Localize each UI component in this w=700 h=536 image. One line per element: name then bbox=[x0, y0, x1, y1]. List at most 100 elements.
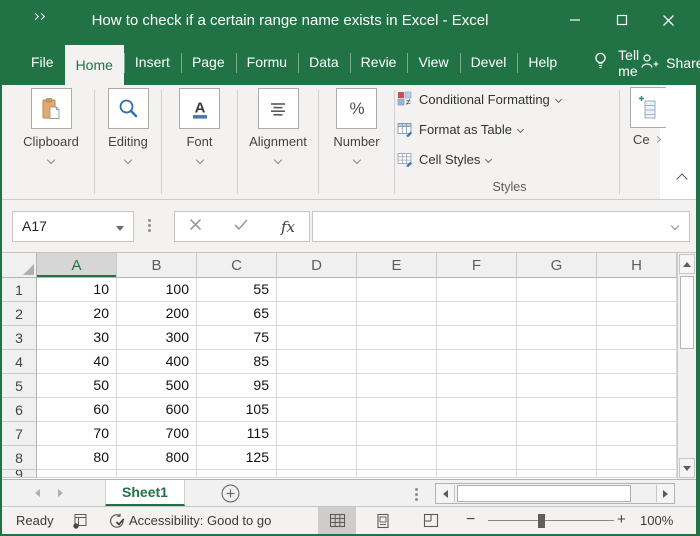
cell-E4[interactable] bbox=[357, 350, 437, 374]
cell-C6[interactable]: 105 bbox=[197, 398, 277, 422]
zoom-slider-thumb[interactable] bbox=[538, 514, 545, 528]
cell-B5[interactable]: 500 bbox=[117, 374, 197, 398]
row-header-1[interactable]: 1 bbox=[2, 278, 37, 302]
tab-revie[interactable]: Revie bbox=[349, 40, 408, 85]
cell-F4[interactable] bbox=[437, 350, 517, 374]
ribbon-group-clipboard[interactable]: Clipboard bbox=[8, 87, 94, 197]
cell-E7[interactable] bbox=[357, 422, 437, 446]
cells-group-truncated[interactable]: Ce bbox=[630, 87, 670, 147]
row-header-3[interactable]: 3 bbox=[2, 326, 37, 350]
cancel-button[interactable] bbox=[189, 218, 202, 236]
sheet-tab-sheet1[interactable]: Sheet1 bbox=[105, 480, 185, 506]
macro-record-icon[interactable] bbox=[72, 513, 88, 529]
ribbon-group-number[interactable]: % Number bbox=[319, 87, 394, 197]
row-header-9[interactable]: 9 bbox=[2, 470, 37, 478]
scroll-up-button[interactable] bbox=[679, 254, 695, 274]
cell-F1[interactable] bbox=[437, 278, 517, 302]
column-header-a[interactable]: A bbox=[37, 253, 117, 278]
formula-bar-handle[interactable] bbox=[148, 217, 151, 234]
page-break-preview-button[interactable] bbox=[412, 507, 450, 534]
styles-item-format-as-table[interactable]: Format as Table bbox=[397, 118, 622, 140]
cell-F2[interactable] bbox=[437, 302, 517, 326]
column-header-f[interactable]: F bbox=[437, 253, 517, 278]
cell-H3[interactable] bbox=[597, 326, 677, 350]
row-header-8[interactable]: 8 bbox=[2, 446, 37, 470]
cell-A2[interactable]: 20 bbox=[37, 302, 117, 326]
cell-B3[interactable]: 300 bbox=[117, 326, 197, 350]
tab-bar-handle[interactable] bbox=[415, 486, 418, 503]
vertical-scrollbar[interactable] bbox=[677, 253, 696, 479]
cell-E2[interactable] bbox=[357, 302, 437, 326]
cell-G2[interactable] bbox=[517, 302, 597, 326]
cell-H6[interactable] bbox=[597, 398, 677, 422]
cell-B2[interactable]: 200 bbox=[117, 302, 197, 326]
cell-G7[interactable] bbox=[517, 422, 597, 446]
accessibility-status[interactable]: Accessibility: Good to go bbox=[129, 513, 271, 528]
cell-H7[interactable] bbox=[597, 422, 677, 446]
row-header-2[interactable]: 2 bbox=[2, 302, 37, 326]
cell-H5[interactable] bbox=[597, 374, 677, 398]
cell-B7[interactable]: 700 bbox=[117, 422, 197, 446]
cell-F8[interactable] bbox=[437, 446, 517, 470]
column-header-d[interactable]: D bbox=[277, 253, 357, 278]
cell-B4[interactable]: 400 bbox=[117, 350, 197, 374]
cell-F9[interactable] bbox=[437, 470, 517, 478]
cell-A6[interactable]: 60 bbox=[37, 398, 117, 422]
zoom-in-button[interactable]: + bbox=[617, 511, 626, 528]
scroll-down-button[interactable] bbox=[679, 458, 695, 478]
cell-D2[interactable] bbox=[277, 302, 357, 326]
row-header-7[interactable]: 7 bbox=[2, 422, 37, 446]
row-header-5[interactable]: 5 bbox=[2, 374, 37, 398]
tab-home[interactable]: Home bbox=[64, 45, 124, 85]
collapse-ribbon-button[interactable] bbox=[676, 170, 688, 188]
tab-help[interactable]: Help bbox=[517, 40, 568, 85]
cell-F6[interactable] bbox=[437, 398, 517, 422]
tab-view[interactable]: View bbox=[407, 40, 459, 85]
ribbon-group-editing[interactable]: Editing bbox=[95, 87, 161, 197]
styles-item-cell-styles[interactable]: Cell Styles bbox=[397, 148, 622, 170]
formula-input[interactable] bbox=[312, 211, 690, 242]
cell-C8[interactable]: 125 bbox=[197, 446, 277, 470]
cell-D3[interactable] bbox=[277, 326, 357, 350]
row-header-4[interactable]: 4 bbox=[2, 350, 37, 374]
zoom-level[interactable]: 100% bbox=[640, 513, 673, 528]
cell-G3[interactable] bbox=[517, 326, 597, 350]
cell-G6[interactable] bbox=[517, 398, 597, 422]
zoom-slider-track[interactable] bbox=[488, 520, 614, 521]
new-sheet-button[interactable] bbox=[221, 484, 240, 503]
cell-H9[interactable] bbox=[597, 470, 677, 478]
cell-A3[interactable]: 30 bbox=[37, 326, 117, 350]
tab-formu[interactable]: Formu bbox=[235, 40, 298, 85]
share-button[interactable]: Share bbox=[639, 40, 700, 85]
ribbon-group-font[interactable]: A Font bbox=[162, 87, 237, 197]
cell-C1[interactable]: 55 bbox=[197, 278, 277, 302]
cell-G1[interactable] bbox=[517, 278, 597, 302]
cell-A8[interactable]: 80 bbox=[37, 446, 117, 470]
column-header-h[interactable]: H bbox=[597, 253, 677, 278]
horizontal-scrollbar[interactable] bbox=[435, 483, 675, 504]
cell-D9[interactable] bbox=[277, 470, 357, 478]
zoom-out-button[interactable]: − bbox=[466, 511, 475, 529]
scroll-left-button[interactable] bbox=[437, 485, 455, 502]
close-button[interactable] bbox=[645, 0, 692, 40]
cell-G8[interactable] bbox=[517, 446, 597, 470]
cell-D6[interactable] bbox=[277, 398, 357, 422]
cell-F7[interactable] bbox=[437, 422, 517, 446]
cell-A5[interactable]: 50 bbox=[37, 374, 117, 398]
cell-E8[interactable] bbox=[357, 446, 437, 470]
cell-F5[interactable] bbox=[437, 374, 517, 398]
cell-G5[interactable] bbox=[517, 374, 597, 398]
cell-F3[interactable] bbox=[437, 326, 517, 350]
column-header-c[interactable]: C bbox=[197, 253, 277, 278]
tab-devel[interactable]: Devel bbox=[459, 40, 518, 85]
previous-sheet-button[interactable] bbox=[35, 489, 40, 497]
cell-A4[interactable]: 40 bbox=[37, 350, 117, 374]
tell-me-button[interactable]: Tell me bbox=[592, 40, 639, 85]
cell-E9[interactable] bbox=[357, 470, 437, 478]
normal-view-button[interactable] bbox=[318, 507, 356, 534]
cell-C5[interactable]: 95 bbox=[197, 374, 277, 398]
minimize-button[interactable] bbox=[551, 0, 598, 40]
cell-E5[interactable] bbox=[357, 374, 437, 398]
cell-E3[interactable] bbox=[357, 326, 437, 350]
cell-D1[interactable] bbox=[277, 278, 357, 302]
